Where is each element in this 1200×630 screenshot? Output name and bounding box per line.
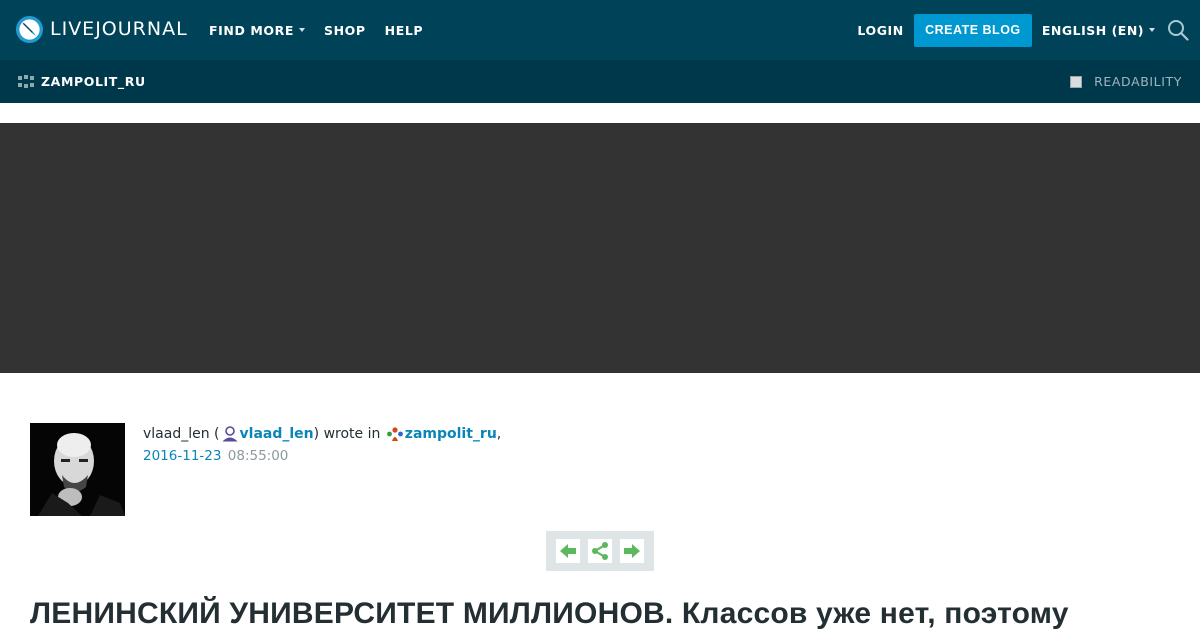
community-icon: [18, 74, 34, 88]
community-badge-icon[interactable]: [386, 426, 404, 442]
nav-find-more-label: FIND MORE: [209, 22, 295, 38]
main-nav: FIND MORE SHOP HELP: [209, 0, 442, 60]
banner-area: [0, 123, 1200, 373]
previous-entry-icon: [560, 544, 576, 558]
readability-toggle[interactable]: READABILITY: [1070, 60, 1182, 103]
search-icon[interactable]: [1167, 19, 1189, 41]
readability-label: READABILITY: [1094, 74, 1182, 89]
entry-controls: [546, 531, 654, 571]
wrote-in-text: wrote in: [323, 426, 381, 442]
share-icon: [592, 542, 608, 560]
journal-link[interactable]: ZAMPOLIT_RU: [18, 60, 146, 103]
nav-shop-label: SHOP: [324, 22, 366, 38]
comma: ,: [496, 426, 502, 442]
entry-date-link[interactable]: 2016-11-23: [143, 448, 221, 464]
entry-time: 08:55:00: [227, 448, 289, 464]
language-label: ENGLISH (EN): [1041, 22, 1144, 38]
top-header: LIVEJOURNAL FIND MORE SHOP HELP LOGIN CR…: [0, 0, 1200, 60]
author-plain: vlaad_len: [143, 426, 210, 442]
next-entry-button[interactable]: [620, 539, 644, 563]
nav-help[interactable]: HELP: [385, 23, 424, 38]
user-icon[interactable]: [221, 426, 239, 442]
create-blog-button[interactable]: CREATE BLOG: [913, 13, 1032, 47]
chevron-down-icon: [299, 28, 306, 32]
entry-title: ЛЕНИНСКИЙ УНИВЕРСИТЕТ МИЛЛИОНОВ. Классов…: [30, 597, 1069, 630]
paren-open: (: [209, 426, 220, 442]
avatar[interactable]: [30, 423, 125, 516]
nav-help-label: HELP: [384, 22, 424, 38]
livejournal-logo-icon: [15, 15, 44, 43]
nav-find-more[interactable]: FIND MORE: [209, 22, 306, 38]
readability-checkbox[interactable]: [1070, 75, 1083, 88]
userpic-image: [30, 423, 125, 516]
logo-text: LIVEJOURNAL: [50, 18, 188, 40]
header-actions: LOGIN CREATE BLOG ENGLISH (EN): [857, 0, 1200, 60]
share-button[interactable]: [588, 539, 612, 563]
language-selector[interactable]: ENGLISH (EN): [1042, 23, 1155, 38]
community-link[interactable]: zampolit_ru: [405, 425, 497, 443]
previous-entry-button[interactable]: [556, 539, 580, 563]
livejournal-logo[interactable]: LIVEJOURNAL: [15, 14, 188, 44]
journal-bar: ZAMPOLIT_RU READABILITY: [0, 60, 1200, 103]
author-link[interactable]: vlaad_len: [240, 425, 314, 443]
entry-datetime: 2016-11-23 08:55:00: [143, 447, 288, 465]
next-entry-icon: [624, 544, 640, 558]
journal-name: ZAMPOLIT_RU: [41, 74, 146, 89]
paren-close: ): [313, 426, 324, 442]
entry-byline: vlaad_len ( vlaad_len ) wrote in zampoli…: [143, 425, 501, 443]
login-link[interactable]: LOGIN: [857, 23, 904, 38]
chevron-down-icon: [1149, 28, 1155, 32]
nav-shop[interactable]: SHOP: [324, 23, 366, 38]
